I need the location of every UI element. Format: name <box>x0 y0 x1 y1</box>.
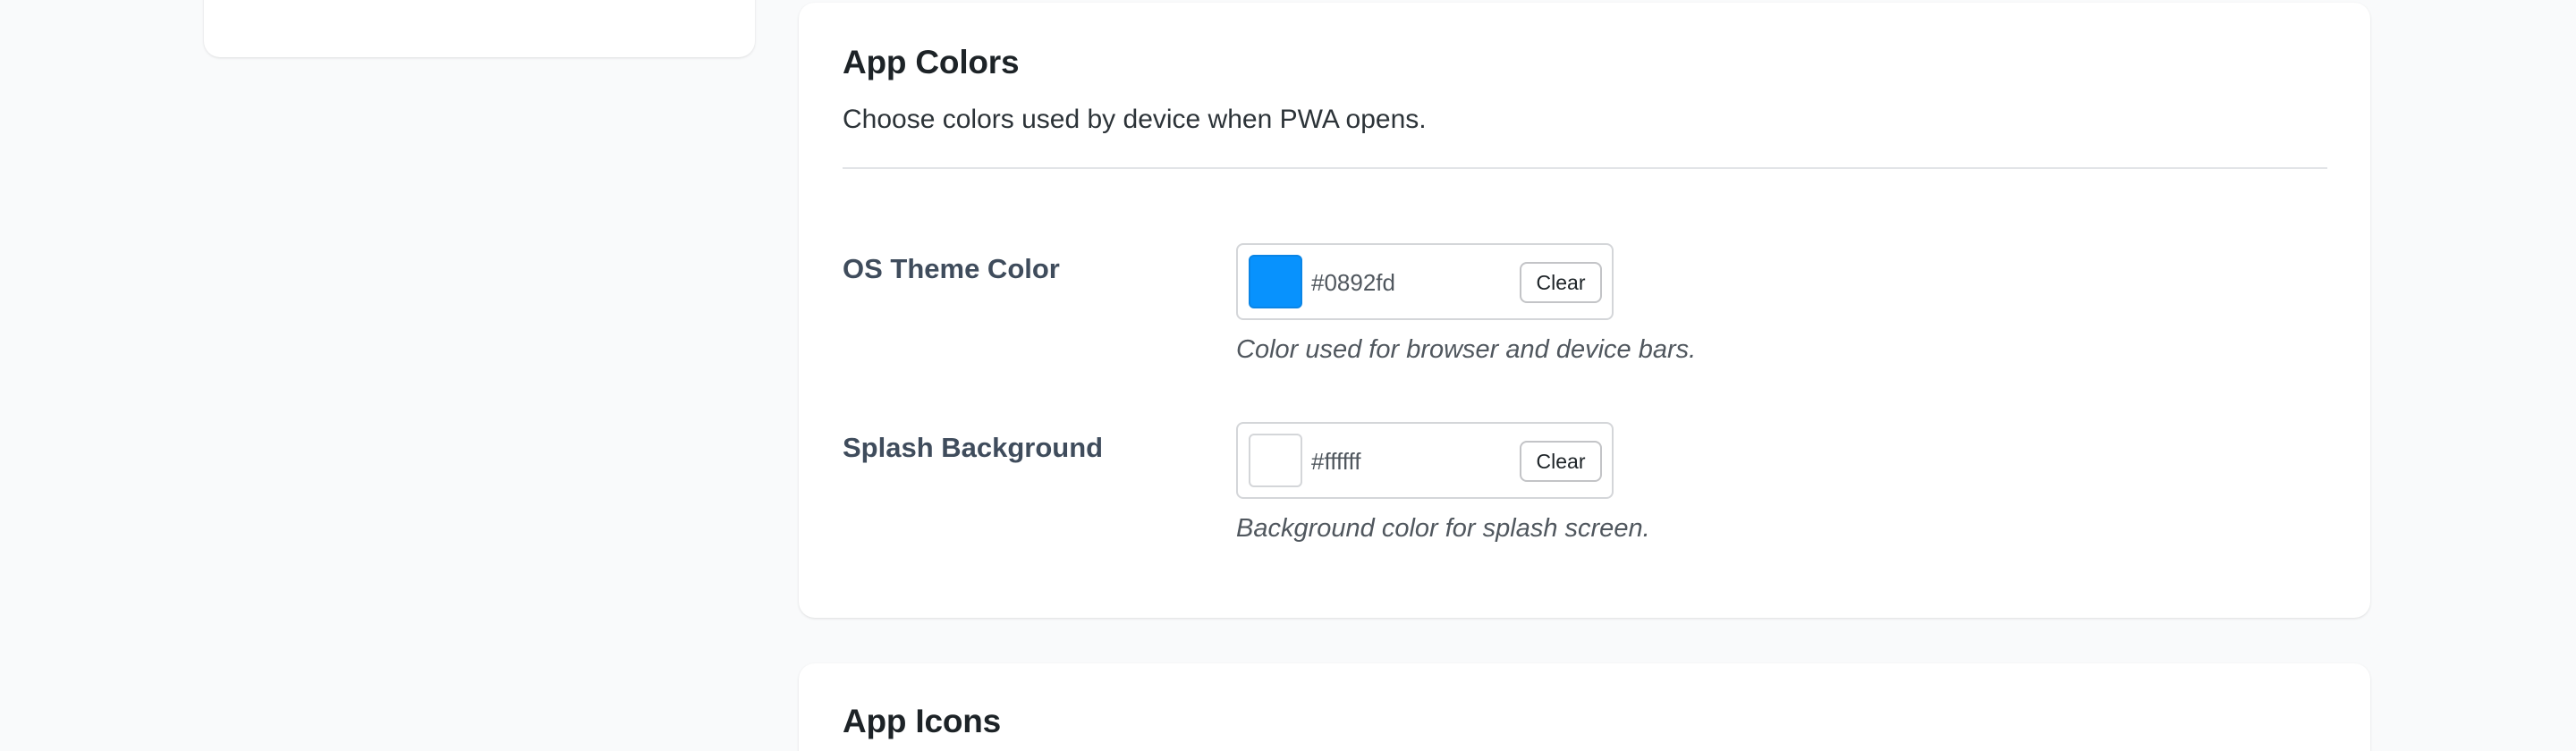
splash-background-swatch[interactable] <box>1249 434 1302 487</box>
os-theme-color-clear-button[interactable]: Clear <box>1520 262 1602 303</box>
splash-background-picker: Clear <box>1236 422 1614 499</box>
splash-background-help: Background color for splash screen. <box>1236 514 1650 543</box>
sidebar-card <box>204 0 755 57</box>
splash-background-clear-button[interactable]: Clear <box>1520 441 1602 482</box>
os-theme-color-swatch[interactable] <box>1249 255 1302 308</box>
app-icons-section: App Icons <box>799 663 2370 751</box>
splash-background-label: Splash Background <box>843 432 1104 463</box>
section-title: App Colors <box>843 44 1020 80</box>
os-theme-color-help: Color used for browser and device bars. <box>1236 335 1697 364</box>
section-description: Choose colors used by device when PWA op… <box>843 105 1427 134</box>
section-divider <box>843 167 2327 169</box>
os-theme-color-label: OS Theme Color <box>843 253 1060 284</box>
os-theme-color-input[interactable] <box>1311 265 1508 300</box>
app-colors-section: App Colors Choose colors used by device … <box>799 3 2370 618</box>
os-theme-color-picker: Clear <box>1236 243 1614 320</box>
section-title: App Icons <box>843 703 1002 739</box>
settings-page: App Colors Choose colors used by device … <box>0 0 2576 751</box>
splash-background-input[interactable] <box>1311 443 1508 479</box>
